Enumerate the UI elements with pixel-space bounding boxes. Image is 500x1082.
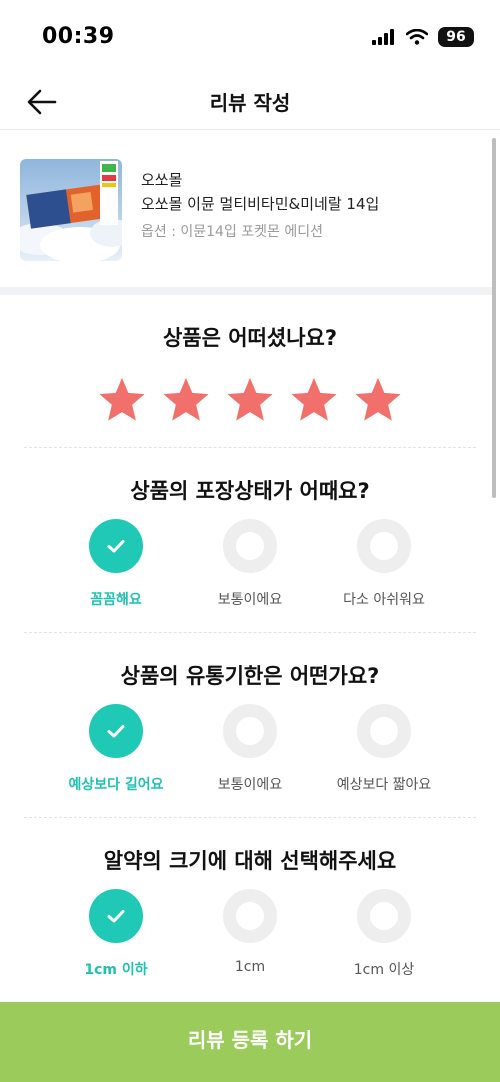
divider xyxy=(24,817,476,818)
product-name: 오쏘몰 이뮨 멀티비타민&미네랄 14입 xyxy=(141,195,380,213)
divider xyxy=(24,632,476,633)
option-label: 예상보다 길어요 xyxy=(68,777,164,793)
scrollbar[interactable] xyxy=(492,138,496,498)
radio-unchecked xyxy=(223,704,277,758)
radio-checked xyxy=(89,704,143,758)
star-icon[interactable] xyxy=(224,374,276,426)
pill-size-question: 알약의 크기에 대해 선택해주세요 xyxy=(103,849,397,873)
wifi-icon xyxy=(406,29,428,45)
product-option: 옵션 : 이뮨14입 포켓몬 에디션 xyxy=(141,224,324,240)
star-icon[interactable] xyxy=(96,374,148,426)
signal-icon xyxy=(372,29,394,45)
option-label: 1cm xyxy=(234,959,266,975)
expiry-option-2[interactable]: 보통이에요 xyxy=(175,704,325,794)
star-rating xyxy=(0,374,500,426)
option-label: 꼼꼼해요 xyxy=(90,592,142,608)
brand-name: 오쏘몰 xyxy=(141,171,183,189)
check-icon xyxy=(107,540,125,553)
radio-unchecked xyxy=(357,889,411,943)
expiry-option-3[interactable]: 예상보다 짧아요 xyxy=(309,704,459,794)
rating-question: 상품은 어떠셨나요? xyxy=(162,326,338,350)
product-card: 오쏘몰 오쏘몰 이뮨 멀티비타민&미네랄 14입 옵션 : 이뮨14입 포켓몬 … xyxy=(0,131,492,287)
radio-unchecked xyxy=(223,889,277,943)
packaging-question: 상품의 포장상태가 어때요? xyxy=(130,479,370,503)
radio-unchecked xyxy=(357,519,411,573)
radio-unchecked xyxy=(223,519,277,573)
option-label: 1cm 이하 xyxy=(84,962,148,978)
star-icon[interactable] xyxy=(288,374,340,426)
expiry-option-1[interactable]: 예상보다 길어요 xyxy=(41,704,191,794)
option-label: 보통이에요 xyxy=(217,592,283,608)
check-icon xyxy=(107,725,125,738)
product-image xyxy=(20,159,122,261)
radio-checked xyxy=(89,519,143,573)
status-time: 00:39 xyxy=(42,24,115,49)
option-label: 보통이에요 xyxy=(217,777,283,793)
pill-size-option-3[interactable]: 1cm 이상 xyxy=(309,889,459,979)
pill-size-option-1[interactable]: 1cm 이하 xyxy=(41,889,191,979)
packaging-option-1[interactable]: 꼼꼼해요 xyxy=(41,519,191,609)
battery-icon: 96 xyxy=(438,27,474,47)
status-bar: 00:39 96 xyxy=(0,0,500,74)
packaging-options: 꼼꼼해요 보통이에요 다소 아쉬워요 xyxy=(0,519,500,619)
nav-bar: 리뷰 작성 xyxy=(0,74,500,130)
option-label: 다소 아쉬워요 xyxy=(343,592,425,608)
packaging-option-2[interactable]: 보통이에요 xyxy=(175,519,325,609)
option-label: 예상보다 짧아요 xyxy=(336,777,432,793)
review-write-screen: 00:39 96 리뷰 작성 오쏘몰 오쏘몰 이뮨 멀티비타민&미네랄 14입 … xyxy=(0,0,500,1082)
packaging-option-3[interactable]: 다소 아쉬워요 xyxy=(309,519,459,609)
expiry-question: 상품의 유통기한은 어떤가요? xyxy=(120,664,380,688)
option-label: 1cm 이상 xyxy=(353,962,415,978)
status-icons: 96 xyxy=(372,27,474,47)
star-icon[interactable] xyxy=(352,374,404,426)
divider xyxy=(24,447,476,448)
pill-size-options: 1cm 이하 1cm 1cm 이상 xyxy=(0,889,500,989)
radio-unchecked xyxy=(357,704,411,758)
product-info: 오쏘몰 오쏘몰 이뮨 멀티비타민&미네랄 14입 옵션 : 이뮨14입 포켓몬 … xyxy=(141,169,379,245)
expiry-options: 예상보다 길어요 보통이에요 예상보다 짧아요 xyxy=(0,704,500,804)
page-title: 리뷰 작성 xyxy=(209,91,291,115)
star-icon[interactable] xyxy=(160,374,212,426)
section-divider xyxy=(0,287,492,295)
radio-checked xyxy=(89,889,143,943)
check-icon xyxy=(107,910,125,923)
pill-size-option-2[interactable]: 1cm xyxy=(175,889,325,975)
submit-review-button[interactable]: 리뷰 등록 하기 xyxy=(0,1002,500,1082)
